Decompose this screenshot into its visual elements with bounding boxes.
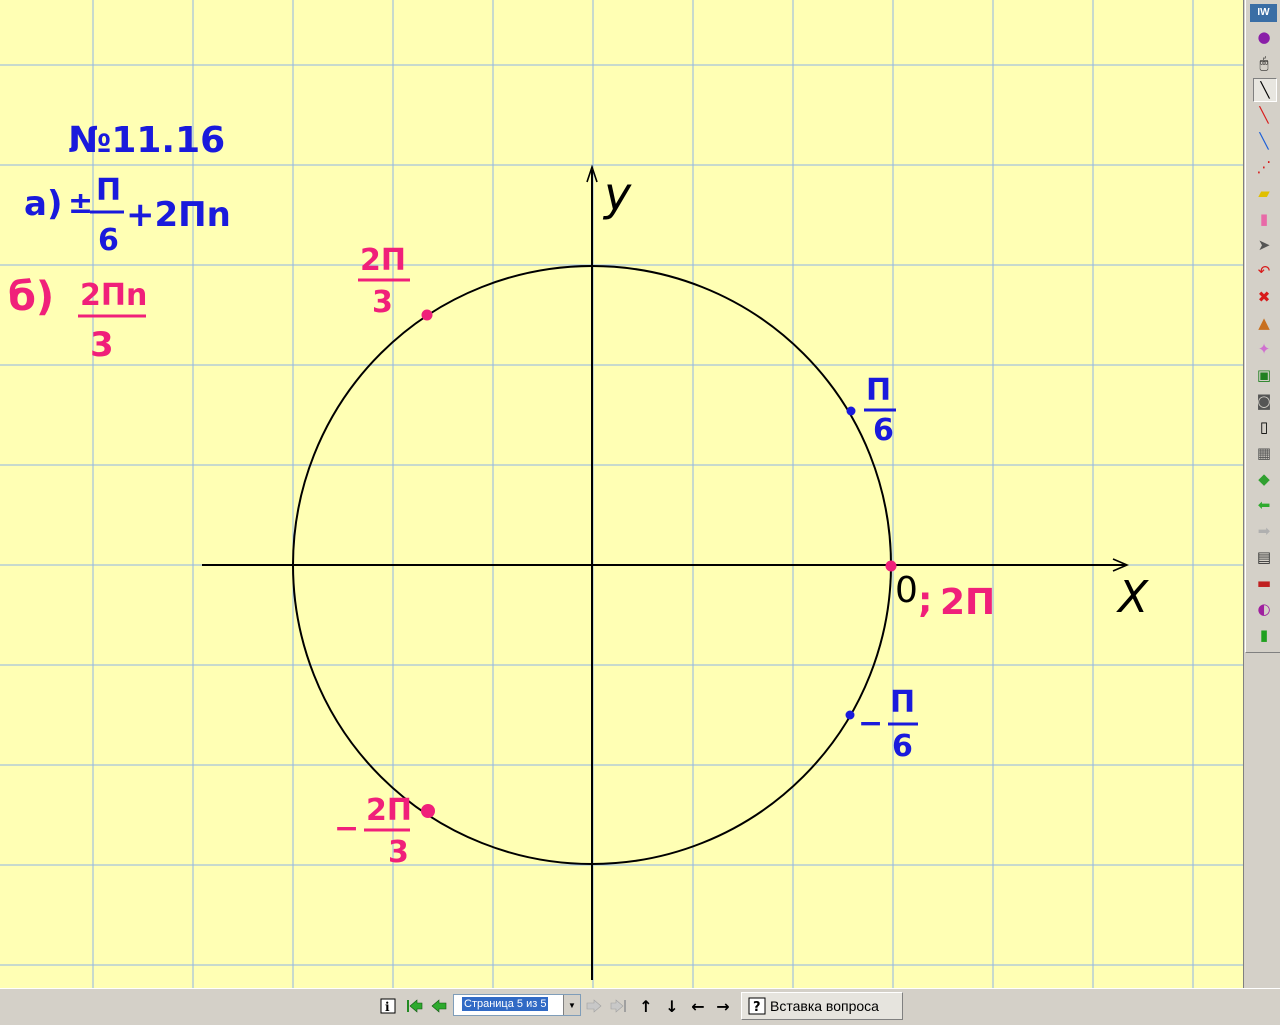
point-pi6-numerator: П	[866, 373, 891, 408]
side-toolbar: IW ● 🖱 ╲ ╲ ╲ ⋰ ▰ ▮ ➤ ↶ ✖ ▲ ✦ ▣ ◙ ▯ ▦ ◆ ⬅ ➡ ▤ ▬ ◐ ▮	[1245, 0, 1280, 653]
magic-wand-icon[interactable]: ✦	[1253, 338, 1275, 360]
page-sorter-icon[interactable]: ▤	[1253, 546, 1275, 568]
answer-a-period: +2Пn	[126, 195, 231, 235]
select-arrow-icon[interactable]: ➤	[1253, 234, 1275, 256]
point-zero-2pi: 0 ; 2П	[885, 560, 995, 623]
prev-page-icon[interactable]: ⬅	[1253, 494, 1275, 516]
mouse-icon[interactable]: 🖱	[1253, 52, 1275, 74]
info-icon[interactable]: i	[378, 995, 398, 1017]
page-navigation-bar: i Страница 5 из 5 ▼ ↑ ↓ ← → ? Вставка во…	[0, 988, 1280, 1025]
point-minus-pi-over-6: − П 6	[845, 685, 918, 764]
point-zero-label: 0	[895, 570, 918, 611]
screen-capture-icon[interactable]: ▣	[1253, 364, 1275, 386]
colorful-page-icon[interactable]: ◆	[1253, 468, 1275, 490]
clear-icon[interactable]: ✖	[1253, 286, 1275, 308]
next-page-icon[interactable]: ➡	[1253, 520, 1275, 542]
next-page-icon[interactable]	[584, 995, 604, 1017]
last-page-icon[interactable]	[609, 995, 629, 1017]
answer-b-numerator: 2Пn	[80, 278, 147, 313]
axis-x-label: X	[1116, 572, 1149, 623]
answer-a-denominator: 6	[98, 223, 119, 258]
point-2pi3-denominator: 3	[372, 285, 393, 320]
page-selector[interactable]: Страница 5 из 5 ▼	[453, 994, 581, 1016]
answer-a-label: а)	[24, 184, 62, 224]
prev-page-icon[interactable]	[429, 995, 449, 1017]
svg-text:i: i	[385, 1000, 390, 1014]
stamp-icon[interactable]: ▲	[1253, 312, 1275, 334]
scroll-up-icon[interactable]: ↑	[636, 995, 656, 1017]
camera-icon[interactable]: ◙	[1253, 390, 1275, 412]
scroll-down-icon[interactable]: ↓	[662, 995, 682, 1017]
point-minus-2pi-over-3: − 2П 3	[334, 793, 435, 870]
axis-y-label: y	[602, 167, 632, 221]
red-pen-icon[interactable]: ╲	[1253, 104, 1275, 126]
scroll-left-icon[interactable]: ←	[688, 995, 708, 1017]
point-2pi-over-3: 2П 3	[358, 243, 433, 321]
point-neg-pi6-denominator: 6	[892, 729, 913, 764]
page-selector-value: Страница 5 из 5	[462, 997, 549, 1011]
point-neg-pi6-sign: −	[858, 706, 883, 741]
point-2pi3-numerator: 2П	[360, 243, 406, 278]
blank-page-icon[interactable]: ▯	[1253, 416, 1275, 438]
chevron-down-icon[interactable]: ▼	[563, 995, 580, 1015]
insert-question-label: Вставка вопроса	[770, 998, 879, 1014]
answer-b-label: б)	[8, 274, 54, 320]
problem-number: №11.16	[68, 120, 225, 161]
svg-text:?: ?	[753, 1000, 761, 1015]
help-icon[interactable]: ◐	[1253, 598, 1275, 620]
point-neg-pi6-numerator: П	[890, 685, 915, 720]
point-neg-2pi3-numerator: 2П	[366, 793, 412, 828]
eraser-icon[interactable]: ▮	[1253, 208, 1275, 230]
highlighter-icon[interactable]: ▰	[1253, 182, 1275, 204]
exit-icon[interactable]: ▮	[1253, 624, 1275, 646]
grid-page-icon[interactable]: ▦	[1253, 442, 1275, 464]
undo-icon[interactable]: ↶	[1253, 260, 1275, 282]
point-pi6-denominator: 6	[873, 413, 894, 448]
dotted-pen-icon[interactable]: ⋰	[1253, 156, 1275, 178]
coordinate-axes	[202, 164, 1130, 980]
point-2pi-label: 2П	[940, 582, 995, 623]
scroll-right-icon[interactable]: →	[713, 995, 733, 1017]
insert-question-button[interactable]: ? Вставка вопроса	[741, 992, 903, 1020]
first-page-icon[interactable]	[404, 995, 424, 1017]
question-icon: ?	[748, 997, 766, 1015]
app-logo: IW	[1250, 4, 1277, 22]
point-neg-2pi3-sign: −	[334, 811, 359, 846]
point-pi-over-6: П 6	[846, 373, 896, 448]
answer-a-sign: ±	[68, 186, 93, 221]
answer-b-denominator: 3	[90, 325, 114, 365]
pen-icon[interactable]: ●	[1253, 26, 1275, 48]
line-tool-icon[interactable]: ╲	[1253, 78, 1277, 102]
toolbox-icon[interactable]: ▬	[1253, 572, 1275, 594]
colored-pen-icon[interactable]: ╲	[1253, 130, 1275, 152]
point-separator: ;	[918, 580, 932, 621]
point-neg-2pi3-denominator: 3	[388, 835, 409, 870]
answer-a-numerator: П	[96, 173, 121, 208]
whiteboard-canvas[interactable]: X y №11.16 а) ± П 6 +2Пn б) 2Пn 3 П 6 − …	[0, 0, 1244, 988]
